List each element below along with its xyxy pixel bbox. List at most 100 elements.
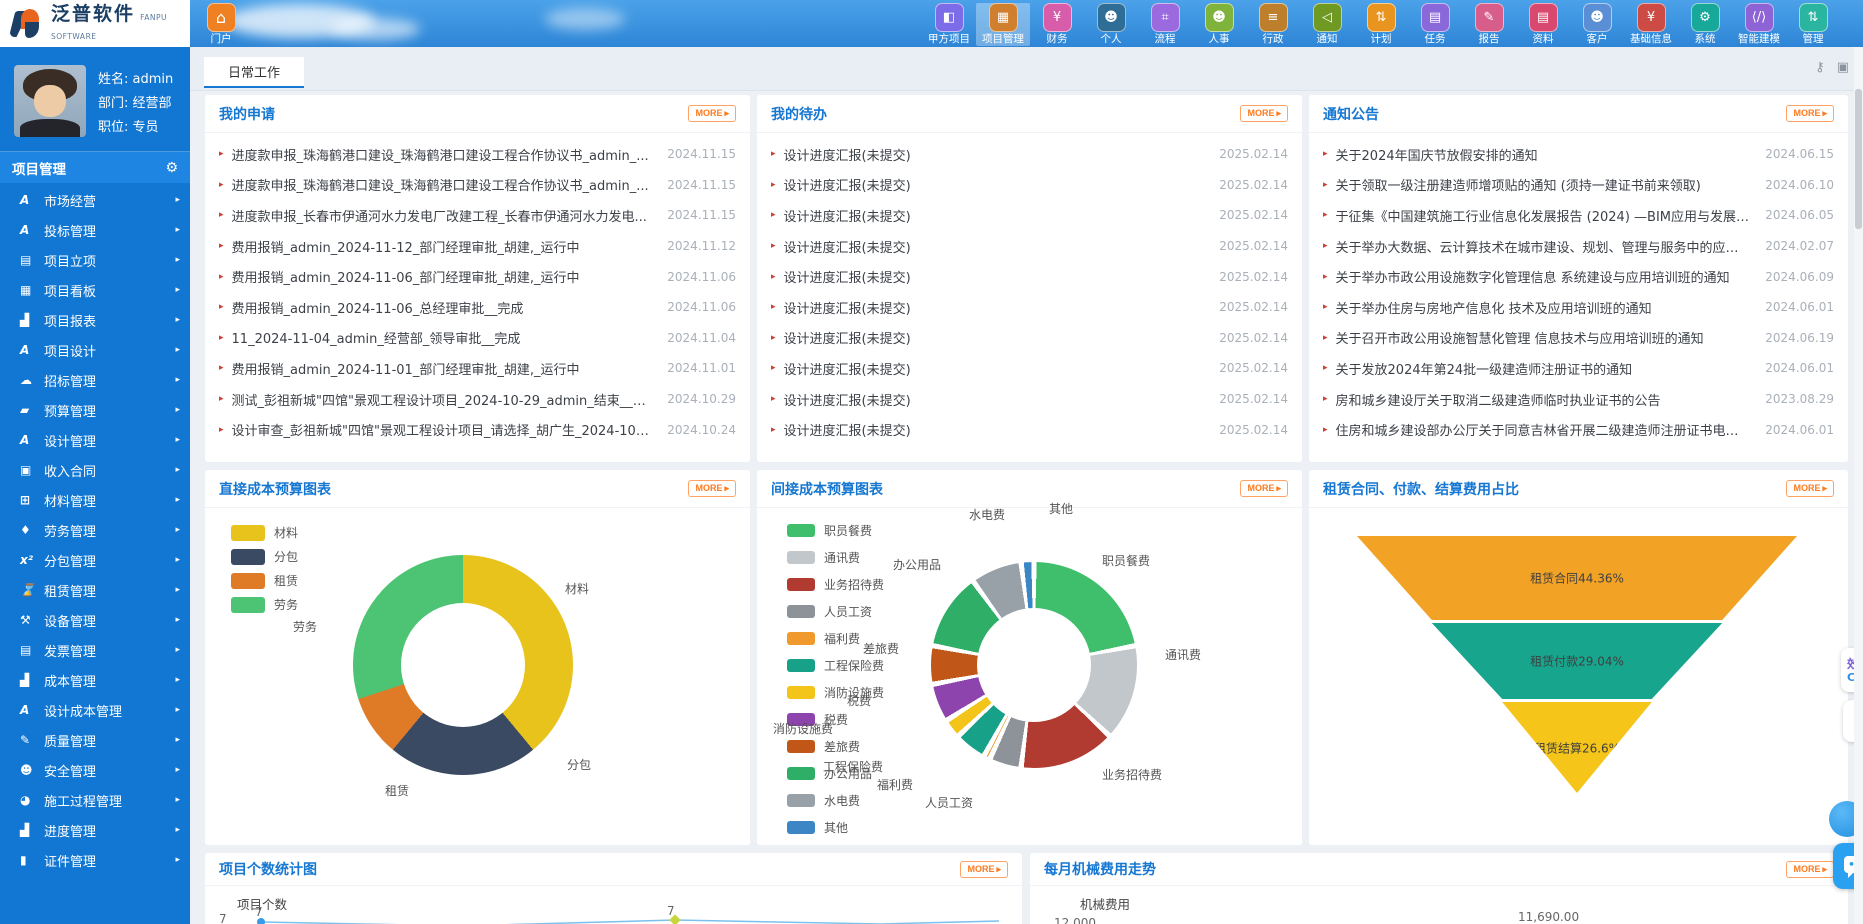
design-a-icon: A bbox=[20, 703, 44, 717]
list-item[interactable]: ▸费用报销_admin_2024-11-01_部门经理审批_胡建,_运行中202… bbox=[219, 353, 736, 384]
sidebar-item-income-contract[interactable]: ▣收入合同▸ bbox=[0, 455, 190, 485]
list-item[interactable]: ▸费用报销_admin_2024-11-06_总经理审批__完成2024.11.… bbox=[219, 292, 736, 323]
chevron-right-icon: ▸ bbox=[175, 645, 180, 655]
nav-item-admin[interactable]: ≡行政 bbox=[1246, 3, 1300, 46]
sidebar-item-tender[interactable]: ☁招标管理▸ bbox=[0, 365, 190, 395]
list-item[interactable]: ▸设计进度汇报(未提交)2025.02.14 bbox=[771, 292, 1288, 323]
list-item[interactable]: ▸关于领取一级注册建造师增项贴的通知 (须持一建证书前来领取)2024.06.1… bbox=[1323, 170, 1834, 201]
list-item[interactable]: ▸设计进度汇报(未提交)2025.02.14 bbox=[771, 323, 1288, 354]
sidebar-item-quality[interactable]: ✎质量管理▸ bbox=[0, 725, 190, 755]
nav-item-manage[interactable]: ⇅管理 bbox=[1786, 3, 1840, 46]
sidebar-item-budget[interactable]: ▰预算管理▸ bbox=[0, 395, 190, 425]
list-item-date: 2023.08.29 bbox=[1765, 392, 1834, 406]
nav-item-docs[interactable]: ▤资料 bbox=[1516, 3, 1570, 46]
list-item[interactable]: ▸房和城乡建设厅关于取消二级建造师临时执业证书的公告2023.08.29 bbox=[1323, 384, 1834, 415]
list-item[interactable]: ▸设计进度汇报(未提交)2025.02.14 bbox=[771, 200, 1288, 231]
sidebar-item-equipment[interactable]: ⚒设备管理▸ bbox=[0, 605, 190, 635]
nav-item-customer[interactable]: ☻客户 bbox=[1570, 3, 1624, 46]
more-button[interactable]: MORE bbox=[1240, 480, 1288, 497]
sidebar-item-invoice[interactable]: ▤发票管理▸ bbox=[0, 635, 190, 665]
list-item[interactable]: ▸设计进度汇报(未提交)2025.02.14 bbox=[771, 353, 1288, 384]
list-item-date: 2024.11.06 bbox=[667, 300, 736, 314]
nav-item-finance[interactable]: ¥财务 bbox=[1030, 3, 1084, 46]
sidebar-item-design-cost[interactable]: A设计成本管理▸ bbox=[0, 695, 190, 725]
list-item[interactable]: ▸关于举办大数据、云计算技术在城市建设、规划、管理与服务中的应用培训班...20… bbox=[1323, 231, 1834, 262]
more-button[interactable]: MORE bbox=[1786, 105, 1834, 122]
nav-item-client-project[interactable]: ◧甲方项目 bbox=[922, 3, 976, 46]
list-item[interactable]: ▸设计进度汇报(未提交)2025.02.14 bbox=[771, 261, 1288, 292]
sidebar-item-market[interactable]: A市场经营▸ bbox=[0, 185, 190, 215]
sidebar-item-board[interactable]: ▦项目看板▸ bbox=[0, 275, 190, 305]
nav-item-modeling[interactable]: ⟨/⟩智能建模 bbox=[1732, 3, 1786, 46]
list-item[interactable]: ▸于征集《中国建筑施工行业信息化发展报告 (2024) —BIM应用与发展》材料… bbox=[1323, 200, 1834, 231]
sidebar-item-material[interactable]: ⊞材料管理▸ bbox=[0, 485, 190, 515]
nav-item-workflow[interactable]: ⌗流程 bbox=[1138, 3, 1192, 46]
sidebar-item-construction-process[interactable]: ◕施工过程管理▸ bbox=[0, 785, 190, 815]
list-item[interactable]: ▸进度款申报_珠海鹤港口建设_珠海鹤港口建设工程合作协议书_admin_...2… bbox=[219, 139, 736, 170]
y-axis-tick: 12,000 bbox=[1054, 916, 1096, 924]
scrollbar-thumb[interactable] bbox=[1855, 89, 1862, 229]
list-item[interactable]: ▸关于2024年国庆节放假安排的通知2024.06.15 bbox=[1323, 139, 1834, 170]
sidebar-item-project-report[interactable]: ▟项目报表▸ bbox=[0, 305, 190, 335]
nav-item-report[interactable]: ✎报告 bbox=[1462, 3, 1516, 46]
list-item[interactable]: ▸设计进度汇报(未提交)2025.02.14 bbox=[771, 139, 1288, 170]
list-item[interactable]: ▸关于举办市政公用设施数字化管理信息 系统建设与应用培训班的通知2024.06.… bbox=[1323, 261, 1834, 292]
sidebar-section-project-mgmt[interactable]: 项目管理 ⚙ bbox=[0, 152, 190, 183]
list-item[interactable]: ▸关于召开市政公用设施智慧化管理 信息技术与应用培训班的通知2024.06.19 bbox=[1323, 323, 1834, 354]
list-item[interactable]: ▸设计进度汇报(未提交)2025.02.14 bbox=[771, 231, 1288, 262]
list-item[interactable]: ▸设计审查_彭祖新城"四馆"景观工程设计项目_请选择_胡广生_2024-10-2… bbox=[219, 414, 736, 445]
sidebar-item-safety[interactable]: ☻安全管理▸ bbox=[0, 755, 190, 785]
more-button[interactable]: MORE bbox=[688, 105, 736, 122]
list-item[interactable]: ▸费用报销_admin_2024-11-06_部门经理审批_胡建,_运行中202… bbox=[219, 261, 736, 292]
sidebar-item-cost[interactable]: ▟成本管理▸ bbox=[0, 665, 190, 695]
list-item-date: 2024.06.05 bbox=[1765, 208, 1834, 222]
fullscreen-icon[interactable]: ▣ bbox=[1837, 60, 1849, 75]
sidebar-item-design[interactable]: A设计管理▸ bbox=[0, 425, 190, 455]
list-item[interactable]: ▸设计进度汇报(未提交)2025.02.14 bbox=[771, 384, 1288, 415]
nav-item-notice[interactable]: ◁通知 bbox=[1300, 3, 1354, 46]
nav-item-personal[interactable]: ☻个人 bbox=[1084, 3, 1138, 46]
sidebar-item-initiation[interactable]: ▤项目立项▸ bbox=[0, 245, 190, 275]
nav-item-project-mgmt[interactable]: ▦项目管理 bbox=[976, 3, 1030, 46]
list-item[interactable]: ▸测试_彭祖新城"四馆"景观工程设计项目_2024-10-29_admin_结束… bbox=[219, 384, 736, 415]
nav-item-plan[interactable]: ⇅计划 bbox=[1354, 3, 1408, 46]
list-item[interactable]: ▸住房和城乡建设部办公厅关于同意吉林省开展二级建造师注册证书电子化试点...20… bbox=[1323, 414, 1834, 445]
sidebar-item-schedule[interactable]: ▟进度管理▸ bbox=[0, 815, 190, 845]
chevron-right-icon: ▸ bbox=[175, 255, 180, 265]
nav-item-base-info[interactable]: ¥基础信息 bbox=[1624, 3, 1678, 46]
list-item-text: 关于举办大数据、云计算技术在城市建设、规划、管理与服务中的应用培训班... bbox=[1336, 237, 1766, 256]
sidebar-item-bidding[interactable]: A投标管理▸ bbox=[0, 215, 190, 245]
more-button[interactable]: MORE bbox=[1786, 861, 1834, 878]
list-item[interactable]: ▸关于发放2024年第24批一级建造师注册证书的通知2024.06.01 bbox=[1323, 353, 1834, 384]
list-item[interactable]: ▸进度款申报_珠海鹤港口建设_珠海鹤港口建设工程合作协议书_admin_...2… bbox=[219, 170, 736, 201]
list-item-date: 2025.02.14 bbox=[1219, 300, 1288, 314]
key-icon[interactable]: ⚷ bbox=[1815, 60, 1825, 75]
funnel-label: 租赁结算26.6% bbox=[1357, 739, 1797, 756]
clipboard-icon: ▤ bbox=[1421, 3, 1450, 32]
list-item[interactable]: ▸费用报销_admin_2024-11-12_部门经理审批_胡建,_运行中202… bbox=[219, 231, 736, 262]
list-item[interactable]: ▸进度款申报_长春市伊通河水力发电厂改建工程_长春市伊通河水力发电...2024… bbox=[219, 200, 736, 231]
list-item[interactable]: ▸关于举办住房与房地产信息化 技术及应用培训班的通知2024.06.01 bbox=[1323, 292, 1834, 323]
list-item[interactable]: ▸设计进度汇报(未提交)2025.02.14 bbox=[771, 414, 1288, 445]
more-button[interactable]: MORE bbox=[1240, 105, 1288, 122]
more-button[interactable]: MORE bbox=[1786, 480, 1834, 497]
sidebar-item-project-design[interactable]: A项目设计▸ bbox=[0, 335, 190, 365]
legend-item: 职员餐费 bbox=[787, 522, 884, 539]
nav-item-hr[interactable]: ☻人事 bbox=[1192, 3, 1246, 46]
nav-item-system[interactable]: ⚙系统 bbox=[1678, 3, 1732, 46]
gear-icon[interactable]: ⚙ bbox=[165, 160, 178, 176]
more-button[interactable]: MORE bbox=[688, 480, 736, 497]
nav-item-portal[interactable]: ⌂ 门户 bbox=[198, 3, 244, 46]
sidebar-item-subcontract[interactable]: x²分包管理▸ bbox=[0, 545, 190, 575]
sidebar-item-label: 设备管理 bbox=[44, 611, 96, 630]
sidebar-item-lease[interactable]: ⌛租赁管理▸ bbox=[0, 575, 190, 605]
sidebar-item-certificate[interactable]: ▮证件管理▸ bbox=[0, 845, 190, 875]
sidebar-item-labor[interactable]: ♦劳务管理▸ bbox=[0, 515, 190, 545]
tab-daily-work[interactable]: 日常工作 bbox=[204, 57, 304, 88]
more-button[interactable]: MORE bbox=[960, 861, 1008, 878]
list-item-text: 设计进度汇报(未提交) bbox=[784, 298, 1220, 317]
list-item[interactable]: ▸11_2024-11-04_admin_经营部_领导审批__完成2024.11… bbox=[219, 323, 736, 354]
legend-item: 通讯费 bbox=[787, 549, 884, 566]
list-item[interactable]: ▸设计进度汇报(未提交)2025.02.14 bbox=[771, 170, 1288, 201]
nav-item-task[interactable]: ▤任务 bbox=[1408, 3, 1462, 46]
